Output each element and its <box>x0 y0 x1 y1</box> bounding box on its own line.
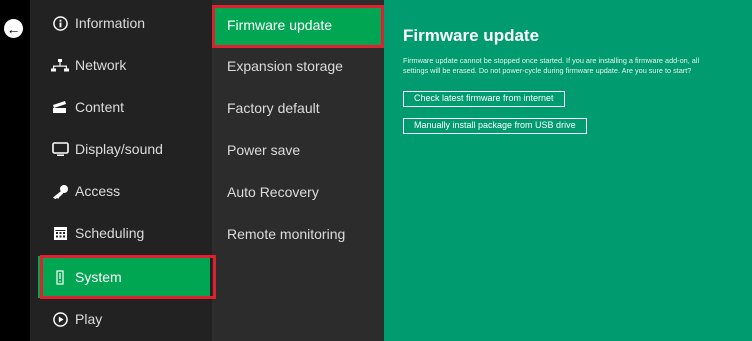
usb-install-button[interactable]: Manually install package from USB drive <box>403 118 587 134</box>
submenu-item-firmware-update[interactable]: Firmware update <box>214 5 382 45</box>
settings-screen: ← Information Network Content Display/so… <box>0 0 752 341</box>
submenu-item-label: Factory default <box>227 100 320 116</box>
submenu-item-remote-monitoring[interactable]: Remote monitoring <box>214 214 382 254</box>
back-button[interactable]: ← <box>4 19 23 38</box>
menu-item-label: System <box>75 269 122 285</box>
submenu-item-label: Auto Recovery <box>227 184 319 200</box>
key-icon <box>51 182 69 200</box>
display-icon <box>51 140 69 158</box>
menu-item-label: Scheduling <box>75 225 145 241</box>
menu-item-network[interactable]: Network <box>38 44 210 86</box>
network-icon <box>51 56 69 74</box>
submenu-item-auto-recovery[interactable]: Auto Recovery <box>214 172 382 212</box>
info-icon <box>51 14 69 32</box>
menu-item-label: Information <box>75 15 146 31</box>
menu-item-label: Access <box>75 183 121 199</box>
main-menu: Information Network Content Display/soun… <box>30 0 212 341</box>
menu-item-access[interactable]: Access <box>38 170 210 212</box>
calendar-icon <box>51 224 69 242</box>
menu-item-label: Play <box>75 311 103 327</box>
menu-item-content[interactable]: Content <box>38 86 210 128</box>
submenu-item-label: Power save <box>227 142 301 158</box>
play-icon <box>51 310 69 328</box>
check-firmware-button[interactable]: Check latest firmware from internet <box>403 91 565 107</box>
submenu-item-power-save[interactable]: Power save <box>214 130 382 170</box>
submenu-item-expansion-storage[interactable]: Expansion storage <box>214 46 382 86</box>
firmware-update-panel: Firmware update Firmware update cannot b… <box>384 0 752 341</box>
panel-title: Firmware update <box>403 26 540 45</box>
description-line-1: Firmware update cannot be stopped once s… <box>403 56 700 65</box>
menu-item-label: Display/sound <box>75 141 163 157</box>
submenu-item-label: Remote monitoring <box>227 226 346 242</box>
back-column: ← <box>0 0 30 341</box>
panel-description: Firmware update cannot be stopped once s… <box>403 56 749 76</box>
system-submenu: Firmware update Expansion storage Factor… <box>212 0 384 341</box>
menu-item-information[interactable]: Information <box>38 2 210 44</box>
menu-item-play[interactable]: Play <box>38 298 210 340</box>
system-icon <box>51 268 69 286</box>
menu-item-label: Network <box>75 57 127 73</box>
submenu-item-label: Expansion storage <box>227 58 343 74</box>
menu-item-label: Content <box>75 99 125 115</box>
description-line-2: settings will be erased. Do not power-cy… <box>403 66 692 75</box>
menu-item-scheduling[interactable]: Scheduling <box>38 212 210 254</box>
menu-item-system[interactable]: System <box>38 256 210 298</box>
content-icon <box>51 98 69 116</box>
menu-item-display-sound[interactable]: Display/sound <box>38 128 210 170</box>
arrow-left-circle-icon: ← <box>6 20 21 37</box>
submenu-item-factory-default[interactable]: Factory default <box>214 88 382 128</box>
submenu-item-label: Firmware update <box>227 17 333 33</box>
